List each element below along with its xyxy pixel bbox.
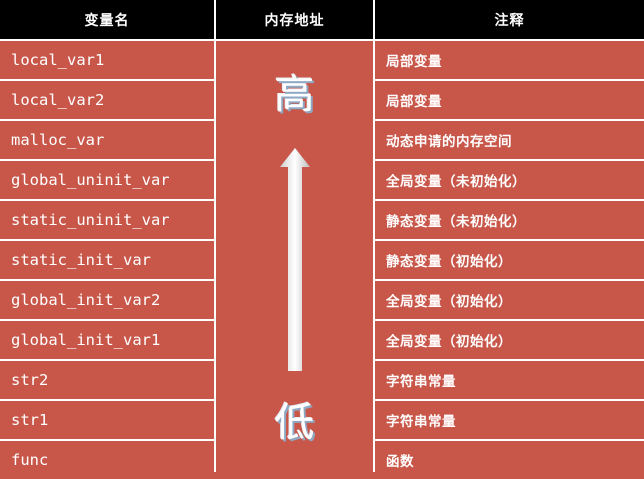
header-memory-address: 内存地址: [216, 0, 373, 39]
header-variable-name: 变量名: [0, 0, 214, 39]
variable-name-cell: static_init_var: [0, 241, 214, 279]
comment-cell: 全局变量（未初始化）: [375, 161, 644, 199]
comment-cell: 动态申请的内存空间: [375, 121, 644, 159]
variable-name-cell: static_uninit_var: [0, 201, 214, 239]
comment-cell: 局部变量: [375, 41, 644, 79]
variable-name-cell: str1: [0, 401, 214, 439]
memory-layout-table: 变量名 内存地址 注释 local_var1 局部变量 local_var2 局部变量…: [0, 0, 644, 479]
variable-name-cell: global_uninit_var: [0, 161, 214, 199]
variable-name-cell: local_var1: [0, 41, 214, 79]
comment-cell: 局部变量: [375, 81, 644, 119]
comment-cell: 字符串常量: [375, 361, 644, 399]
variable-name-cell: global_init_var2: [0, 281, 214, 319]
variable-name-cell: func: [0, 441, 214, 479]
comment-cell: 静态变量（初始化）: [375, 241, 644, 279]
comment-cell: 静态变量（未初始化）: [375, 201, 644, 239]
variable-name-cell: malloc_var: [0, 121, 214, 159]
header-comment: 注释: [375, 0, 644, 39]
memory-address-column: 高 低: [216, 41, 373, 472]
comment-cell: 函数: [375, 441, 644, 479]
variable-name-cell: str2: [0, 361, 214, 399]
comment-cell: 全局变量（初始化）: [375, 281, 644, 319]
comment-cell: 字符串常量: [375, 401, 644, 439]
variable-name-cell: local_var2: [0, 81, 214, 119]
comment-cell: 全局变量（初始化）: [375, 321, 644, 359]
variable-name-cell: global_init_var1: [0, 321, 214, 359]
low-address-label: 低: [274, 400, 315, 446]
